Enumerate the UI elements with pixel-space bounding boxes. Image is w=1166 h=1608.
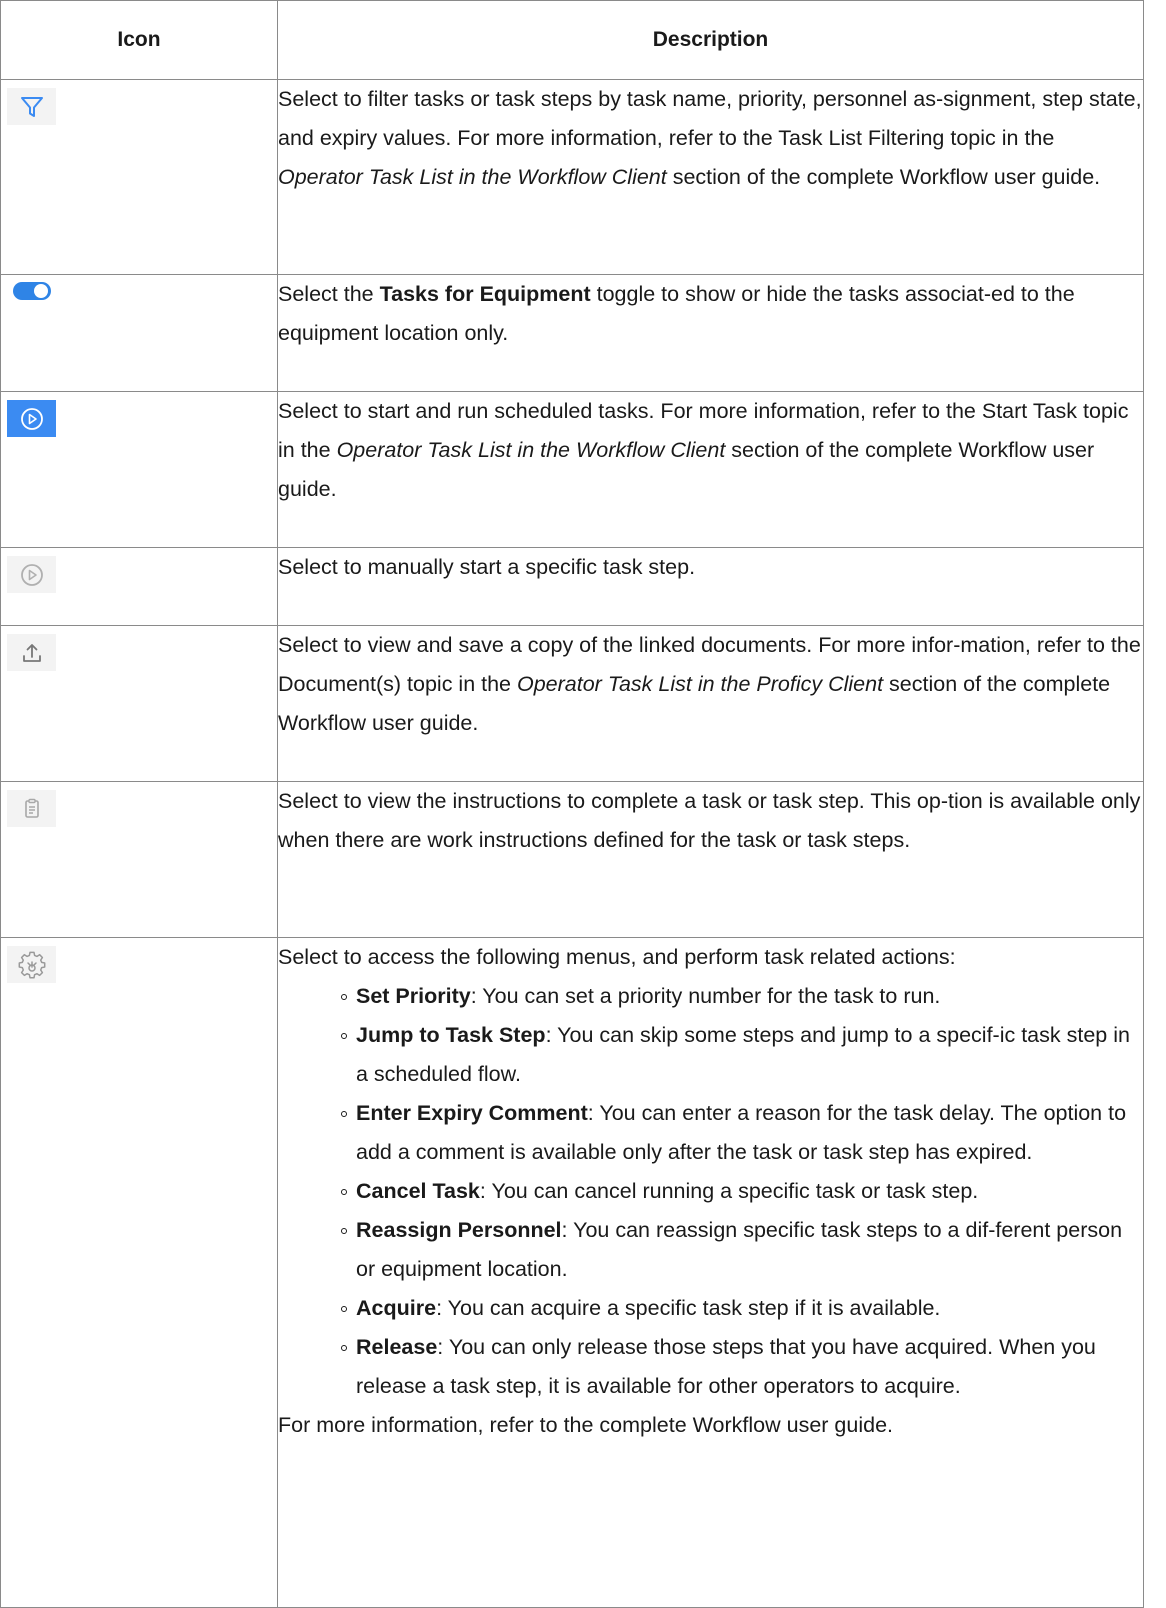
gear-icon — [7, 946, 56, 983]
table-row: Select to start and run scheduled tasks.… — [0, 391, 1144, 548]
table-row: Select to access the following menus, an… — [0, 937, 1144, 1608]
row-description: Select to start and run scheduled tasks.… — [277, 391, 1144, 548]
menu-intro: Select to access the following menus, an… — [278, 945, 956, 969]
table-row: Select to view and save a copy of the li… — [0, 625, 1144, 782]
menu-outro: For more information, refer to the compl… — [278, 1413, 893, 1437]
column-header-description: Description — [277, 0, 1144, 80]
play-circle-gray-icon — [7, 556, 56, 593]
list-item: Acquire: You can acquire a specific task… — [340, 1289, 1143, 1328]
clipboard-icon — [7, 790, 56, 827]
list-item: Reassign Personnel: You can reassign spe… — [340, 1211, 1143, 1289]
list-item: Jump to Task Step: You can skip some ste… — [340, 1016, 1143, 1094]
row-description: Select to filter tasks or task steps by … — [277, 79, 1144, 275]
filter-icon — [7, 88, 56, 125]
row-description: Select to access the following menus, an… — [277, 937, 1144, 1608]
column-header-icon: Icon — [0, 0, 278, 80]
list-item: Set Priority: You can set a priority num… — [340, 977, 1143, 1016]
list-item: Cancel Task: You can cancel running a sp… — [340, 1172, 1143, 1211]
table-row: Select to filter tasks or task steps by … — [0, 79, 1144, 275]
upload-icon — [7, 634, 56, 671]
table-row: Select to manually start a specific task… — [0, 547, 1144, 626]
table-row: Select to view the instructions to compl… — [0, 781, 1144, 938]
list-item: Release: You can only release those step… — [340, 1328, 1143, 1406]
menu-list: Set Priority: You can set a priority num… — [278, 977, 1143, 1406]
icon-description-table: Icon Description Select to filter tasks … — [0, 0, 1144, 1608]
row-description: Select to manually start a specific task… — [277, 547, 1144, 626]
row-description: Select to view the instructions to compl… — [277, 781, 1144, 938]
row-description: Select the Tasks for Equipment toggle to… — [277, 274, 1144, 392]
table-row: Select the Tasks for Equipment toggle to… — [0, 274, 1144, 392]
table-header-row: Icon Description — [0, 0, 1144, 80]
play-circle-blue-icon — [7, 400, 56, 437]
toggle-icon — [7, 277, 56, 305]
list-item: Enter Expiry Comment: You can enter a re… — [340, 1094, 1143, 1172]
row-description: Select to view and save a copy of the li… — [277, 625, 1144, 782]
